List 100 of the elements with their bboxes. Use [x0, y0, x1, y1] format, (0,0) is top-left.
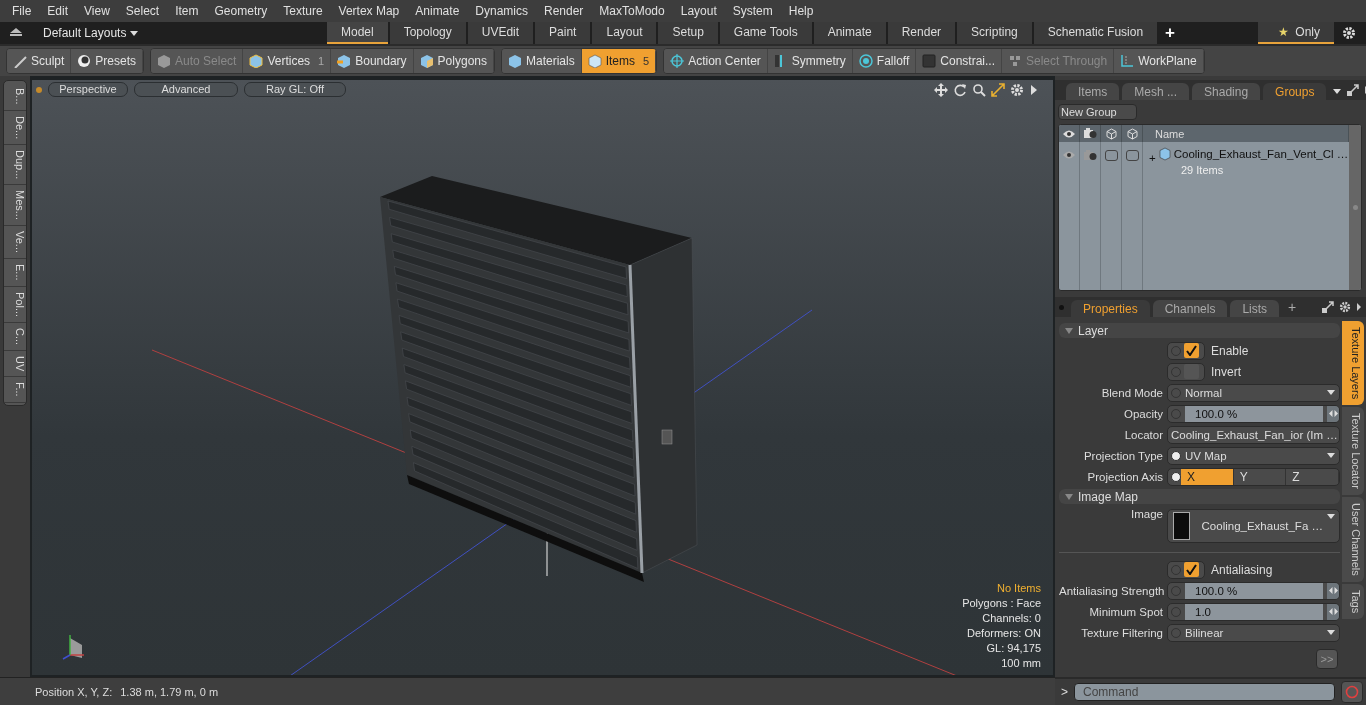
- side-tab[interactable]: De...: [4, 110, 26, 145]
- radio-button[interactable]: [1171, 450, 1181, 461]
- menu-item[interactable]: MaxToModo: [591, 4, 673, 18]
- side-tab[interactable]: C...: [4, 322, 26, 351]
- layout-tab[interactable]: Topology: [389, 22, 466, 44]
- expand-icon[interactable]: [1322, 301, 1334, 313]
- axis-option[interactable]: Y: [1233, 468, 1287, 485]
- radio-button[interactable]: [1171, 627, 1181, 638]
- play-icon[interactable]: [1029, 83, 1039, 97]
- dropdown[interactable]: Cooling_Exhaust_Fan_ior (Im …: [1167, 425, 1340, 444]
- settings-icon[interactable]: [1010, 83, 1024, 97]
- side-tab[interactable]: Texture Locator: [1342, 407, 1364, 495]
- menu-item[interactable]: System: [724, 4, 781, 18]
- panel-tab[interactable]: Lists: [1230, 300, 1280, 317]
- layout-tab[interactable]: Animate: [813, 22, 886, 44]
- camera-icon[interactable]: [1083, 150, 1097, 161]
- layout-tab[interactable]: Game Tools: [719, 22, 812, 44]
- side-tab[interactable]: E...: [4, 259, 26, 287]
- layout-dropdown[interactable]: Default Layouts: [43, 26, 139, 40]
- panel-tab[interactable]: Mesh ...: [1122, 83, 1190, 100]
- tool-button[interactable]: Materials: [502, 49, 582, 73]
- caret-icon: [1327, 514, 1335, 519]
- menu-item[interactable]: View: [76, 4, 118, 18]
- menu-item[interactable]: Select: [117, 4, 168, 18]
- search-icon[interactable]: [972, 83, 986, 97]
- panel-tab[interactable]: Groups: [1263, 83, 1327, 100]
- menu-item[interactable]: Texture: [275, 4, 331, 18]
- viewport-button[interactable]: Perspective: [48, 82, 128, 97]
- dropdown[interactable]: Bilinear: [1167, 623, 1340, 642]
- panel-tab[interactable]: Properties: [1071, 300, 1150, 317]
- side-tab[interactable]: Ve...: [4, 226, 26, 260]
- tool-button[interactable]: Action Center: [664, 49, 768, 73]
- menu-item[interactable]: Help: [780, 4, 822, 18]
- viewport-button[interactable]: Ray GL: Off: [244, 82, 346, 97]
- side-tab[interactable]: Pol...: [4, 286, 26, 323]
- menu-item[interactable]: Vertex Map: [330, 4, 408, 18]
- tool-button[interactable]: Sculpt: [7, 49, 72, 73]
- expand-toggle[interactable]: +: [1149, 144, 1156, 164]
- new-group-button[interactable]: New Group: [1058, 104, 1137, 120]
- layout-tab[interactable]: Schematic Fusion: [1033, 22, 1158, 44]
- move-icon[interactable]: [934, 83, 948, 97]
- layout-tab[interactable]: Paint: [535, 22, 591, 44]
- side-tab[interactable]: UV: [4, 350, 26, 378]
- axis-option[interactable]: X: [1181, 468, 1234, 485]
- collapse-icon[interactable]: [10, 28, 22, 38]
- panel-tab[interactable]: Shading: [1192, 83, 1261, 100]
- checkbox[interactable]: [1167, 362, 1205, 381]
- menu-item[interactable]: Item: [167, 4, 207, 18]
- camera-icon[interactable]: [1083, 128, 1097, 139]
- menu-item[interactable]: Dynamics: [467, 4, 536, 18]
- tool-button[interactable]: Items 5: [581, 49, 657, 73]
- dropdown[interactable]: Normal: [1167, 383, 1340, 402]
- section-header[interactable]: Layer: [1059, 323, 1340, 338]
- side-tab[interactable]: Mes...: [4, 185, 26, 227]
- lock-checkbox[interactable]: [1104, 150, 1118, 161]
- checkbox[interactable]: [1167, 341, 1205, 360]
- menu-item[interactable]: Animate: [407, 4, 468, 18]
- select-checkbox[interactable]: [1125, 150, 1139, 161]
- side-tab[interactable]: Tags: [1342, 583, 1364, 619]
- axis-option[interactable]: Z: [1286, 468, 1339, 485]
- section-header[interactable]: Image Map: [1059, 489, 1340, 504]
- record-button[interactable]: [1341, 681, 1363, 703]
- menu-item[interactable]: Layout: [672, 4, 725, 18]
- filter-button[interactable]: ★ Only: [1258, 22, 1334, 44]
- checkbox[interactable]: [1167, 560, 1205, 579]
- add-tab-button[interactable]: +: [1282, 299, 1297, 315]
- image-dropdown[interactable]: Cooling_Exhaust_Fa …: [1167, 509, 1340, 543]
- command-field[interactable]: Command: [1074, 683, 1335, 701]
- expand-icon[interactable]: [1347, 84, 1360, 96]
- settings-icon[interactable]: [1342, 26, 1356, 40]
- side-tab[interactable]: User Channels: [1342, 497, 1364, 582]
- side-tab[interactable]: B...: [4, 83, 26, 111]
- menu-item[interactable]: Edit: [39, 4, 77, 18]
- group-row[interactable]: + Cooling_Exhaust_Fan_Vent_Cl … 29 Items: [1143, 142, 1349, 290]
- panel-tab[interactable]: Channels: [1152, 300, 1228, 317]
- side-tab[interactable]: Texture Layers: [1342, 321, 1364, 406]
- layout-tab[interactable]: Layout: [592, 22, 657, 44]
- field-label: Locator: [1123, 428, 1163, 441]
- menu-item[interactable]: Geometry: [206, 4, 276, 18]
- dropdown[interactable]: UV Map: [1167, 446, 1340, 465]
- viewport-button[interactable]: Advanced: [134, 82, 238, 97]
- layout-tab[interactable]: Model: [327, 22, 388, 44]
- layout-tab[interactable]: Setup: [658, 22, 718, 44]
- visibility-icon[interactable]: [1062, 150, 1076, 160]
- panel-tab[interactable]: Items: [1066, 83, 1120, 100]
- layout-tab[interactable]: Scripting: [957, 22, 1032, 44]
- caret-icon: [1327, 453, 1335, 458]
- settings-icon[interactable]: [1339, 301, 1351, 313]
- scroll-handle[interactable]: [1352, 205, 1358, 210]
- side-tab[interactable]: F...: [4, 377, 26, 403]
- menu-item[interactable]: File: [4, 4, 40, 18]
- add-tab-button[interactable]: +: [1157, 22, 1184, 44]
- eye-icon[interactable]: [1062, 128, 1076, 139]
- layout-tab[interactable]: UVEdit: [467, 22, 534, 44]
- rotate-icon[interactable]: [953, 83, 967, 97]
- menu-item[interactable]: Render: [536, 4, 592, 18]
- expand-icon[interactable]: [991, 83, 1005, 97]
- radio-button[interactable]: [1171, 387, 1181, 398]
- layout-tab[interactable]: Render: [887, 22, 956, 44]
- side-tab[interactable]: Dup...: [4, 144, 26, 186]
